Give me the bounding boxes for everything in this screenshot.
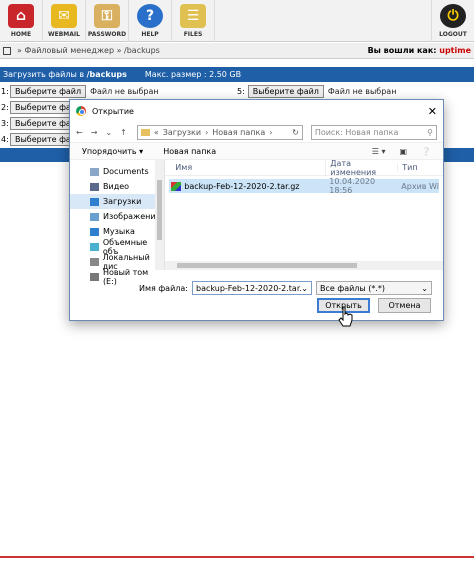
folder-icon xyxy=(140,128,150,136)
nav-item[interactable]: Изображения xyxy=(70,209,164,224)
music-icon xyxy=(90,227,99,236)
choose-file-button[interactable]: Выберите файл xyxy=(10,84,87,98)
nav-scrollbar[interactable] xyxy=(155,160,165,270)
chevron-down-icon[interactable]: ⌄ xyxy=(105,128,112,137)
address-bar[interactable]: « Загрузки › Новая папка › ↻ xyxy=(136,124,303,140)
logout-button[interactable]: ⏻ LOGOUT xyxy=(431,0,474,42)
dialog-titlebar: Открытие ✕ xyxy=(70,100,443,122)
chevron-down-icon: ⌄ xyxy=(421,283,428,293)
upload-folder: /backups xyxy=(86,70,127,79)
organize-button[interactable]: Упорядочить ▾ xyxy=(82,147,143,156)
help-button[interactable]: ? HELP xyxy=(129,0,172,42)
close-icon[interactable]: ✕ xyxy=(428,105,437,118)
local-disk-icon xyxy=(90,257,99,266)
dialog-buttons: Открыть Отмена xyxy=(317,298,431,313)
breadcrumb-home-icon[interactable] xyxy=(3,46,11,55)
breadcrumb-path[interactable]: » Файловый менеджер » /backups xyxy=(17,46,160,55)
filetype-select[interactable]: Все файлы (*.*) ⌄ xyxy=(316,281,432,295)
dialog-panes: Documents Видео Загрузки Изображения Музыка О… xyxy=(70,158,443,286)
downloads-icon xyxy=(90,197,99,206)
webmail-button[interactable]: ✉ WEBMAIL xyxy=(43,0,86,42)
home-button[interactable]: ⌂ HOME xyxy=(0,0,43,42)
search-icon: ⚲ xyxy=(427,127,433,137)
max-size: Макс. размер : 2.50 GB xyxy=(144,70,242,79)
dialog-command-bar: Упорядочить ▾ Новая папка ☰ ▾ ▣ ❔ xyxy=(70,142,443,160)
new-folder-button[interactable]: Новая папка xyxy=(163,147,216,156)
nav-item[interactable]: Загрузки xyxy=(70,194,165,209)
documents-icon xyxy=(90,167,99,176)
login-status: Вы вошли как: uptime xyxy=(367,46,471,55)
power-icon: ⏻ xyxy=(440,4,466,28)
mouse-cursor-icon xyxy=(338,306,353,327)
file-list-header: Имя Дата изменения Тип xyxy=(165,158,443,177)
forward-arrow-icon[interactable]: → xyxy=(91,128,98,137)
open-file-dialog: Открытие ✕ ← → ⌄ ↑ « Загрузки › Новая па… xyxy=(69,99,444,321)
nav-item[interactable]: Documents xyxy=(70,164,164,179)
files-icon: ☰ xyxy=(180,4,206,28)
upload-row: 1: Выберите файл Файл не выбран 5: Выбер… xyxy=(1,84,397,98)
choose-file-button[interactable]: Выберите файл xyxy=(247,84,324,98)
up-arrow-icon[interactable]: ↑ xyxy=(120,128,127,137)
filename-row: Имя файла: backup-Feb-12-2020-2.tar.gz ⌄… xyxy=(70,280,443,296)
dialog-title: Открытие xyxy=(92,106,134,116)
help-icon: ? xyxy=(137,4,163,28)
username: uptime xyxy=(439,46,471,55)
password-button[interactable]: ⚿ PASSWORD xyxy=(86,0,129,42)
file-list-scrollbar[interactable] xyxy=(165,261,443,270)
search-input[interactable]: Поиск: Новая папка ⚲ xyxy=(310,124,437,140)
3d-objects-icon xyxy=(90,242,99,251)
upload-header: Загрузить файлы в /backups Макс. размер … xyxy=(0,67,474,82)
dialog-nav-row: ← → ⌄ ↑ « Загрузки › Новая папка › ↻ Пои… xyxy=(70,122,443,142)
refresh-icon[interactable]: ↻ xyxy=(292,128,299,137)
chrome-icon xyxy=(76,106,86,116)
back-arrow-icon[interactable]: ← xyxy=(76,128,83,137)
column-name[interactable]: Имя xyxy=(165,163,325,172)
column-type[interactable]: Тип xyxy=(397,163,443,172)
envelope-icon: ✉ xyxy=(51,4,77,28)
file-list: Имя Дата изменения Тип backup-Feb-12-202… xyxy=(165,158,443,270)
chevron-down-icon[interactable]: ⌄ xyxy=(301,284,308,293)
navigation-pane: Documents Видео Загрузки Изображения Музыка О… xyxy=(70,160,166,286)
cancel-button[interactable]: Отмена xyxy=(378,298,431,313)
video-icon xyxy=(90,182,99,191)
nav-item[interactable]: Видео xyxy=(70,179,164,194)
footer-divider xyxy=(0,556,474,558)
archive-icon xyxy=(171,181,182,191)
files-button[interactable]: ☰ FILES xyxy=(172,0,215,42)
breadcrumb: » Файловый менеджер » /backups Вы вошли … xyxy=(0,43,474,59)
column-date[interactable]: Дата изменения xyxy=(325,158,397,177)
top-toolbar: ⌂ HOME ✉ WEBMAIL ⚿ PASSWORD ? HELP ☰ FIL… xyxy=(0,0,474,42)
filename-input[interactable]: backup-Feb-12-2020-2.tar.gz ⌄ xyxy=(192,281,312,295)
help-icon[interactable]: ❔ xyxy=(421,147,431,156)
view-options-icon[interactable]: ☰ ▾ xyxy=(372,147,386,156)
images-icon xyxy=(90,212,99,221)
path-new-folder[interactable]: Новая папка xyxy=(212,128,265,137)
home-icon: ⌂ xyxy=(8,4,34,28)
file-row[interactable]: backup-Feb-12-2020-2.tar.gz 10.04.2020 1… xyxy=(169,177,439,195)
preview-pane-icon[interactable]: ▣ xyxy=(399,147,407,156)
path-downloads[interactable]: Загрузки xyxy=(163,128,201,137)
lock-icon: ⚿ xyxy=(94,4,120,28)
